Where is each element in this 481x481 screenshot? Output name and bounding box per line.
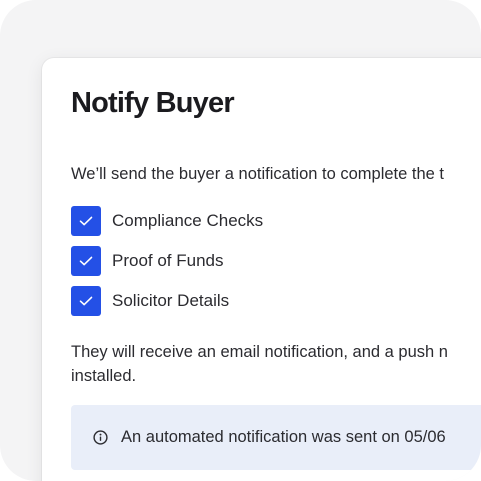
dialog-title: Notify Buyer	[71, 87, 235, 119]
info-icon	[93, 430, 108, 445]
checkbox-checked[interactable]	[71, 286, 101, 316]
checklist-item-proof-of-funds[interactable]: Proof of Funds	[71, 246, 263, 276]
checkmark-icon	[79, 296, 93, 306]
outro-text: They will receive an email notification,…	[71, 340, 481, 388]
checkmark-icon	[79, 256, 93, 266]
checklist-item-label: Proof of Funds	[112, 251, 224, 270]
checkmark-icon	[79, 216, 93, 226]
outro-line-1: They will receive an email notification,…	[71, 343, 448, 361]
outro-line-2: installed.	[71, 367, 137, 385]
checklist-item-label: Solicitor Details	[112, 291, 230, 310]
intro-text: We’ll send the buyer a notification to c…	[71, 165, 444, 183]
checkbox-checked[interactable]	[71, 246, 101, 276]
checklist-item-compliance-checks[interactable]: Compliance Checks	[71, 206, 263, 236]
notification-checklist: Compliance Checks Proof of Funds Solicit…	[71, 206, 263, 326]
checklist-item-label: Compliance Checks	[112, 211, 264, 230]
info-banner-text: An automated notification was sent on 05…	[121, 428, 446, 446]
notify-buyer-dialog: Notify Buyer We’ll send the buyer a noti…	[42, 58, 481, 481]
checklist-item-solicitor-details[interactable]: Solicitor Details	[71, 286, 263, 316]
info-banner: An automated notification was sent on 05…	[71, 405, 481, 470]
background-panel: Notify Buyer We’ll send the buyer a noti…	[0, 0, 481, 481]
checkbox-checked[interactable]	[71, 206, 101, 236]
